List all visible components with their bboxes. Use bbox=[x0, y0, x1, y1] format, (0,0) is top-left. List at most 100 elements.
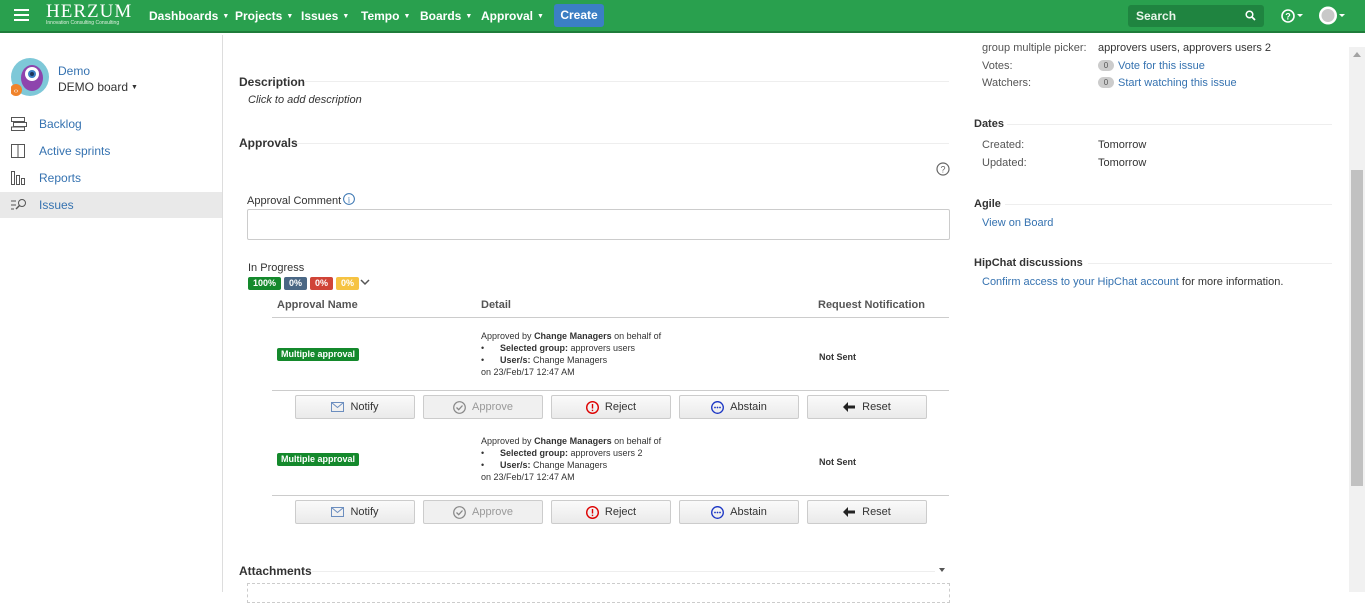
approval-detail: Approved by Change Managers on behalf of… bbox=[481, 436, 662, 482]
notification-status: Not Sent bbox=[819, 457, 856, 467]
percent-badge-rejected: 0% bbox=[310, 277, 333, 290]
abstain-button[interactable]: Abstain bbox=[679, 395, 799, 419]
sprints-icon bbox=[11, 144, 25, 158]
search-icon[interactable] bbox=[1245, 10, 1256, 21]
chevron-down-icon: ▼ bbox=[286, 13, 294, 20]
check-circle-icon bbox=[453, 400, 466, 414]
svg-text:i: i bbox=[348, 195, 351, 204]
reset-button[interactable]: Reset bbox=[807, 500, 927, 524]
notify-button[interactable]: Notify bbox=[295, 395, 415, 419]
reject-button[interactable]: Reject bbox=[551, 395, 671, 419]
svg-text:‹›: ‹› bbox=[14, 88, 19, 95]
divider bbox=[297, 143, 949, 144]
nav-projects[interactable]: Projects ▼ bbox=[235, 9, 293, 23]
help-icon[interactable]: ? bbox=[1281, 8, 1303, 24]
percent-badge-approved: 100% bbox=[248, 277, 281, 290]
group-picker-value: approvers users, approvers users 2 bbox=[1098, 42, 1272, 54]
chevron-down-icon[interactable] bbox=[939, 568, 945, 572]
sidebar-item-label: Issues bbox=[39, 198, 74, 212]
chevron-down-icon: ▼ bbox=[222, 13, 230, 20]
top-navigation-bar: HERZUM Innovation Consulting Consulting … bbox=[0, 0, 1365, 33]
sidebar-item-backlog[interactable]: Backlog bbox=[0, 111, 222, 137]
sidebar-item-label: Active sprints bbox=[39, 144, 111, 158]
dates-heading: Dates bbox=[974, 118, 1004, 130]
menu-icon[interactable] bbox=[14, 9, 29, 21]
sidebar-item-reports[interactable]: Reports bbox=[0, 165, 222, 191]
attachment-dropzone[interactable] bbox=[247, 583, 950, 603]
reset-button[interactable]: Reset bbox=[807, 395, 927, 419]
user-avatar-icon[interactable] bbox=[1319, 6, 1345, 25]
divider bbox=[272, 495, 949, 496]
logo-tagline: Innovation Consulting Consulting bbox=[46, 20, 120, 26]
hipchat-confirm-link[interactable]: Confirm access to your HipChat account bbox=[982, 276, 1179, 288]
nav-approval[interactable]: Approval ▼ bbox=[481, 9, 544, 23]
project-sidebar: ‹› Demo DEMO board ▼ Backlog Active sprin… bbox=[0, 35, 223, 592]
herzum-logo[interactable]: HERZUM Innovation Consulting Consulting bbox=[46, 2, 132, 27]
abstain-icon bbox=[711, 505, 725, 519]
divider bbox=[272, 317, 949, 318]
arrow-left-icon bbox=[843, 402, 856, 412]
description-placeholder[interactable]: Click to add description bbox=[248, 94, 362, 106]
sidebar-item-label: Backlog bbox=[39, 117, 82, 131]
scroll-up-arrow-icon[interactable] bbox=[1353, 52, 1361, 57]
svg-text:?: ? bbox=[940, 165, 945, 175]
approve-button[interactable]: Approve bbox=[423, 395, 543, 419]
issues-icon bbox=[11, 199, 26, 210]
updated-value: Tomorrow bbox=[1098, 157, 1147, 169]
sidebar-item-issues[interactable]: Issues bbox=[0, 192, 222, 218]
approve-button[interactable]: Approve bbox=[423, 500, 543, 524]
updated-label: Updated: bbox=[982, 157, 1027, 169]
group-picker-label: group multiple picker: bbox=[982, 42, 1087, 54]
divider bbox=[1007, 124, 1332, 125]
divider bbox=[1088, 263, 1332, 264]
abstain-button[interactable]: Abstain bbox=[679, 500, 799, 524]
envelope-icon bbox=[331, 402, 345, 412]
nav-boards[interactable]: Boards ▼ bbox=[420, 9, 472, 23]
column-header-detail: Detail bbox=[481, 299, 511, 311]
view-on-board-link[interactable]: View on Board bbox=[982, 217, 1053, 229]
votes-label: Votes: bbox=[982, 60, 1013, 72]
info-icon[interactable]: i bbox=[343, 193, 355, 205]
arrow-left-icon bbox=[843, 507, 856, 517]
hipchat-message: Confirm access to your HipChat account f… bbox=[982, 276, 1284, 288]
envelope-icon bbox=[331, 507, 345, 517]
column-header-approval-name: Approval Name bbox=[277, 299, 358, 311]
backlog-icon bbox=[11, 117, 27, 131]
scroll-thumb[interactable] bbox=[1351, 170, 1363, 486]
divider bbox=[312, 571, 935, 572]
hipchat-heading: HipChat discussions bbox=[974, 257, 1083, 269]
chevron-down-icon[interactable] bbox=[360, 277, 370, 287]
page-scrollbar[interactable] bbox=[1349, 47, 1365, 592]
created-value: Tomorrow bbox=[1098, 139, 1147, 151]
divider bbox=[1005, 204, 1332, 205]
nav-issues[interactable]: Issues ▼ bbox=[301, 9, 349, 23]
chevron-down-icon: ▼ bbox=[131, 84, 138, 91]
vote-link[interactable]: Vote for this issue bbox=[1118, 60, 1205, 72]
agile-heading: Agile bbox=[974, 198, 1001, 210]
watch-link[interactable]: Start watching this issue bbox=[1118, 77, 1237, 89]
approval-comment-label: Approval Comment bbox=[247, 195, 342, 207]
reject-button[interactable]: Reject bbox=[551, 500, 671, 524]
chevron-down-icon: ▼ bbox=[537, 13, 544, 20]
column-header-notification: Request Notification bbox=[818, 299, 925, 311]
create-button[interactable]: Create bbox=[554, 4, 604, 27]
search-input[interactable] bbox=[1128, 5, 1264, 27]
votes-count-badge: 0 bbox=[1098, 60, 1114, 71]
percent-badge-pending: 0% bbox=[284, 277, 307, 290]
approval-name-lozenge: Multiple approval bbox=[277, 348, 360, 361]
project-avatar-icon[interactable]: ‹› bbox=[11, 58, 49, 96]
error-circle-icon bbox=[585, 400, 599, 414]
svg-text:?: ? bbox=[1285, 12, 1291, 22]
notify-button[interactable]: Notify bbox=[295, 500, 415, 524]
approval-comment-field[interactable] bbox=[247, 209, 950, 240]
reports-icon bbox=[11, 171, 25, 185]
project-name-link[interactable]: Demo bbox=[58, 64, 90, 78]
help-icon[interactable]: ? bbox=[936, 162, 950, 176]
approval-name-lozenge: Multiple approval bbox=[277, 453, 360, 466]
nav-dashboards[interactable]: Dashboards ▼ bbox=[149, 9, 229, 23]
created-label: Created: bbox=[982, 139, 1025, 151]
sidebar-item-active-sprints[interactable]: Active sprints bbox=[0, 138, 222, 164]
error-circle-icon bbox=[585, 505, 599, 519]
board-selector[interactable]: DEMO board ▼ bbox=[58, 80, 138, 94]
nav-tempo[interactable]: Tempo ▼ bbox=[361, 9, 410, 23]
